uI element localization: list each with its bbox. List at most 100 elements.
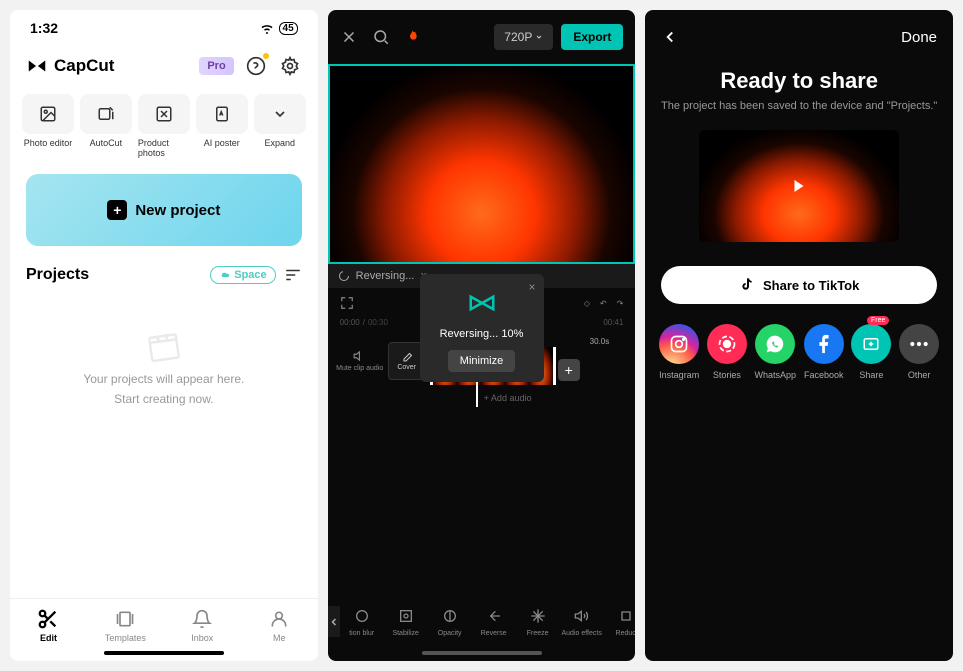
pro-badge[interactable]: Pro <box>199 57 233 75</box>
editor-topbar: 720P Export <box>328 10 636 64</box>
tool-autocut[interactable]: AutoCut <box>80 94 132 158</box>
tool-reverse[interactable]: Reverse <box>472 606 516 637</box>
edit-icon <box>401 352 413 364</box>
ai-poster-icon <box>213 105 231 123</box>
minimize-button[interactable]: Minimize <box>448 350 515 372</box>
capcut-logo-icon <box>26 55 48 77</box>
layer-button[interactable]: ◇ <box>584 299 590 308</box>
product-photos-icon <box>155 105 173 123</box>
close-icon <box>340 28 358 46</box>
app-logo: CapCut <box>26 55 114 77</box>
plus-icon: + <box>107 200 127 220</box>
status-time: 1:32 <box>30 20 58 36</box>
share-screen: Done Ready to share The project has been… <box>645 10 953 661</box>
home-indicator <box>104 651 224 655</box>
new-project-label: New project <box>135 202 220 219</box>
tool-motion-blur[interactable]: tion blur <box>340 606 384 637</box>
time-current: 00:00 <box>340 318 360 327</box>
share-other[interactable]: Other <box>899 324 939 380</box>
mute-clip-audio[interactable]: Mute clip audio <box>336 349 384 373</box>
empty-line-1: Your projects will appear here. <box>83 372 244 386</box>
tool-photo-editor[interactable]: Photo editor <box>22 94 74 158</box>
flame-icon <box>404 28 420 46</box>
instagram-icon <box>669 334 689 354</box>
video-preview[interactable] <box>328 64 636 264</box>
opacity-icon <box>442 608 458 624</box>
chevron-left-icon <box>661 28 679 46</box>
header-icons: Pro <box>199 54 301 78</box>
tool-freeze[interactable]: Freeze <box>516 606 560 637</box>
home-indicator <box>422 651 542 655</box>
tab-me[interactable]: Me <box>241 607 318 643</box>
space-button[interactable]: Space <box>210 266 275 284</box>
search-button[interactable] <box>372 28 390 46</box>
help-button[interactable] <box>244 54 268 78</box>
tiktok-icon <box>739 277 755 293</box>
flame-button[interactable] <box>404 28 420 46</box>
tool-stabilize[interactable]: Stabilize <box>384 606 428 637</box>
share-stories[interactable]: Stories <box>707 324 747 380</box>
play-icon <box>795 180 804 192</box>
editor-screen: 720P Export Reversing... × ◇ ↶ ↷ 00:00 /… <box>328 10 636 661</box>
battery: 45 <box>279 22 298 35</box>
share-instagram[interactable]: Instagram <box>659 324 699 380</box>
user-icon <box>269 609 289 629</box>
templates-icon <box>115 609 135 629</box>
export-button[interactable]: Export <box>561 24 623 50</box>
resolution-button[interactable]: 720P <box>494 24 553 50</box>
editor-tools: tion blur Stabilize Opacity Reverse Free… <box>328 598 636 645</box>
share-facebook[interactable]: Facebook <box>804 324 844 380</box>
tool-product-photos[interactable]: Product photos <box>138 94 190 158</box>
dialog-text: Reversing... 10% <box>440 328 524 340</box>
settings-button[interactable] <box>278 54 302 78</box>
bell-icon <box>192 609 212 629</box>
add-audio-button[interactable]: + Add audio <box>480 389 636 407</box>
sort-button[interactable] <box>284 266 302 284</box>
tool-ai-poster[interactable]: AI poster <box>196 94 248 158</box>
tab-bar: Edit Templates Inbox Me <box>10 598 318 647</box>
tools-row: Photo editor AutoCut Product photos AI p… <box>10 86 318 166</box>
share-whatsapp[interactable]: WhatsApp <box>755 324 797 380</box>
stabilize-icon <box>398 608 414 624</box>
blur-icon <box>354 608 370 624</box>
reduce-icon <box>618 608 634 624</box>
redo-button[interactable]: ↷ <box>617 299 624 308</box>
tool-opacity[interactable]: Opacity <box>428 606 472 637</box>
app-header: CapCut Pro <box>10 46 318 86</box>
video-thumbnail[interactable] <box>699 130 899 242</box>
dialog-close-button[interactable]: × <box>528 280 535 294</box>
wifi-icon <box>259 22 275 34</box>
more-icon <box>909 341 929 347</box>
share-title: Ready to share <box>645 68 953 94</box>
sort-icon <box>284 266 302 284</box>
close-button[interactable] <box>340 28 358 46</box>
tool-reduce[interactable]: Reduc <box>604 606 636 637</box>
undo-button[interactable]: ↶ <box>600 299 607 308</box>
speaker-muted-icon <box>353 349 367 363</box>
share-share[interactable]: FreeShare <box>851 324 891 380</box>
tool-label: Product photos <box>138 138 190 158</box>
share-tiktok-button[interactable]: Share to TikTok <box>661 266 937 304</box>
tab-inbox[interactable]: Inbox <box>164 607 241 643</box>
expand-button[interactable] <box>340 296 354 310</box>
clip-duration: 30.0s <box>590 337 610 346</box>
photo-editor-icon <box>39 105 57 123</box>
expand-icon <box>340 296 354 310</box>
tool-audio-effects[interactable]: Audio effects <box>560 606 604 637</box>
tab-edit[interactable]: Edit <box>10 607 87 643</box>
time-total: 00:30 <box>368 318 388 327</box>
reverse-icon <box>486 608 502 624</box>
back-button[interactable] <box>661 28 679 46</box>
chevron-left-icon <box>328 616 340 628</box>
new-project-button[interactable]: + New project <box>26 174 302 246</box>
add-clip-button[interactable]: + <box>558 359 580 381</box>
projects-header: Projects Space <box>10 254 318 296</box>
tool-label: Expand <box>264 138 295 148</box>
share-subtitle: The project has been saved to the device… <box>645 100 953 112</box>
tool-expand[interactable]: Expand <box>254 94 306 158</box>
chevron-down-icon <box>272 106 288 122</box>
tab-templates[interactable]: Templates <box>87 607 164 643</box>
tools-back-button[interactable] <box>328 606 340 637</box>
autocut-icon <box>97 105 115 123</box>
done-button[interactable]: Done <box>901 29 937 46</box>
